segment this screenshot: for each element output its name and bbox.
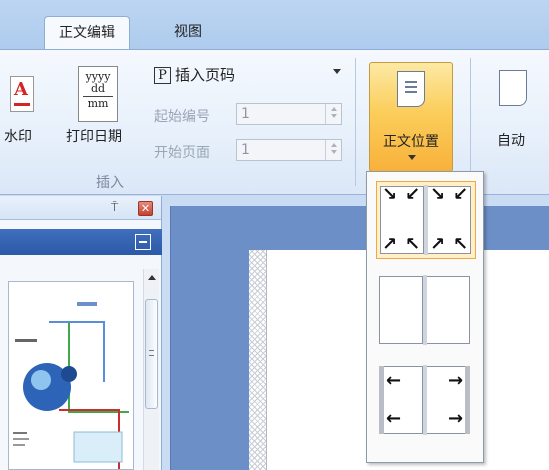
arrow-right-icon: → xyxy=(448,370,464,391)
document-canvas[interactable] xyxy=(170,206,549,470)
page-edge-bar xyxy=(379,366,384,434)
pane-header: ⍑ ✕ xyxy=(0,196,161,220)
print-date-label: 打印日期 xyxy=(66,129,122,145)
position-option-corners-inward[interactable]: ↘ ↙ ↘ ↙ ↗ ↖ ↗ ↖ xyxy=(376,181,476,259)
group-separator xyxy=(355,58,356,186)
document-icon xyxy=(499,70,527,106)
auto-label: 自动 xyxy=(497,133,525,149)
start-number-label: 起始编号 xyxy=(154,109,210,125)
page-edge-bar xyxy=(465,366,470,434)
grip-icon xyxy=(149,350,154,356)
spinner-arrows-icon[interactable] xyxy=(325,140,341,160)
position-option-blank[interactable] xyxy=(376,272,476,350)
page-spine xyxy=(423,365,427,435)
arrow-right-icon: → xyxy=(448,408,464,429)
body-position-dropdown: ↘ ↙ ↘ ↙ ↗ ↖ ↗ ↖ ← → ← → xyxy=(366,171,484,463)
insert-group-label: 插入 xyxy=(96,175,124,191)
group-separator xyxy=(470,58,471,186)
position-option-sides-inward[interactable]: ← → ← → xyxy=(376,362,476,440)
arrow-down-left-icon: ↙ xyxy=(453,184,469,205)
mini-page-left xyxy=(379,276,423,344)
insert-page-number-label: 插入页码 xyxy=(175,66,236,84)
start-number-field[interactable]: 1 xyxy=(236,103,342,125)
thumbnail-pane: ⍑ ✕ xyxy=(0,196,162,470)
watermark-icon: A xyxy=(10,76,34,112)
mini-page-right xyxy=(426,276,470,344)
scroll-thumb[interactable] xyxy=(145,299,158,409)
arrow-up-left-icon: ↖ xyxy=(453,234,469,255)
start-number-row: 起始编号 1 xyxy=(154,103,342,126)
start-page-label: 开始页面 xyxy=(154,145,210,161)
page-spine xyxy=(423,275,427,345)
chevron-down-icon[interactable] xyxy=(333,69,341,74)
pin-icon[interactable]: ⍑ xyxy=(111,200,118,215)
arrow-up-right-icon: ↗ xyxy=(382,234,398,255)
arrow-down-left-icon: ↙ xyxy=(405,184,421,205)
watermark-button[interactable]: A 水印 xyxy=(0,50,48,160)
insert-page-number-button[interactable]: P 插入页码 xyxy=(154,64,235,85)
arrow-left-icon: ← xyxy=(386,370,402,391)
arrow-left-icon: ← xyxy=(386,408,402,429)
calendar-date-icon: yyyy dd mm xyxy=(78,66,118,122)
gutter-hatch xyxy=(249,250,267,470)
thumbnail-scrollbar[interactable] xyxy=(143,269,159,470)
thumbnail-artwork xyxy=(9,282,133,469)
body-position-button[interactable]: 正文位置 xyxy=(369,62,453,172)
arrow-down-right-icon: ↘ xyxy=(430,184,446,205)
tab-view[interactable]: 视图 xyxy=(160,16,216,50)
page-thumbnail[interactable] xyxy=(8,281,134,470)
body-position-label: 正文位置 xyxy=(383,134,439,150)
close-icon[interactable]: ✕ xyxy=(138,201,153,216)
print-date-button[interactable]: yyyy dd mm 打印日期 xyxy=(62,50,144,160)
document-icon xyxy=(397,71,425,107)
spinner-arrows-icon[interactable] xyxy=(325,104,341,124)
auto-button[interactable]: 自动 xyxy=(485,62,545,172)
arrow-down-right-icon: ↘ xyxy=(382,184,398,205)
collapse-icon[interactable] xyxy=(135,234,151,250)
page-spine xyxy=(424,185,428,255)
page-number-icon: P xyxy=(154,67,171,84)
chevron-down-icon xyxy=(408,155,416,160)
pane-title-bar xyxy=(0,229,162,255)
watermark-label: 水印 xyxy=(4,129,32,145)
start-page-row: 开始页面 1 xyxy=(154,139,342,162)
ribbon-tab-bar: 正文编辑 视图 xyxy=(0,0,549,51)
scroll-up-icon[interactable] xyxy=(148,275,156,280)
arrow-up-left-icon: ↖ xyxy=(405,234,421,255)
start-page-field[interactable]: 1 xyxy=(236,139,342,161)
arrow-up-right-icon: ↗ xyxy=(430,234,446,255)
tab-body-edit[interactable]: 正文编辑 xyxy=(44,16,130,51)
